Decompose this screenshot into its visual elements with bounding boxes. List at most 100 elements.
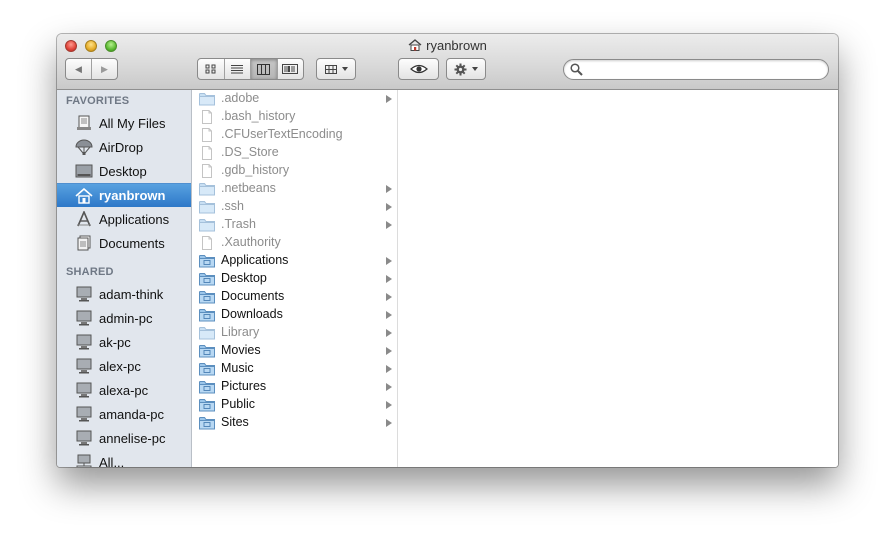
file-row[interactable]: Pictures xyxy=(192,378,397,396)
title-bar: ryanbrown ◀ ▶ xyxy=(57,34,838,90)
sidebar-item-alexa-pc[interactable]: alexa-pc xyxy=(57,378,191,402)
sidebar-item-annelise-pc[interactable]: annelise-pc xyxy=(57,426,191,450)
file-row[interactable]: Music xyxy=(192,360,397,378)
sidebar-item-ak-pc[interactable]: ak-pc xyxy=(57,330,191,354)
file-name: .Xauthority xyxy=(221,235,281,249)
file-column: .adobe .bash_history .CFUserTextEncoding .D… xyxy=(192,90,398,467)
back-arrow-icon: ◀ xyxy=(75,63,82,74)
sidebar-item-label: annelise-pc xyxy=(99,430,166,446)
sidebar-item-label: alex-pc xyxy=(99,358,141,374)
file-row[interactable]: .netbeans xyxy=(192,180,397,198)
airdrop-icon xyxy=(75,139,93,155)
folder-icon xyxy=(199,201,215,214)
column-view-icon xyxy=(257,63,271,75)
coverflow-view-button[interactable] xyxy=(278,59,304,79)
file-row[interactable]: .bash_history xyxy=(192,108,397,126)
file-row[interactable]: .adobe xyxy=(192,90,397,108)
sidebar-item-label: ryanbrown xyxy=(99,188,166,203)
sidebar-item-ryanbrown[interactable]: ryanbrown xyxy=(57,183,191,207)
search-input[interactable] xyxy=(586,62,825,78)
sidebar-item-airdrop[interactable]: AirDrop xyxy=(57,135,191,159)
folder-icon xyxy=(199,399,215,412)
file-row[interactable]: Movies xyxy=(192,342,397,360)
coverflow-view-icon xyxy=(282,64,299,74)
file-name: .Trash xyxy=(221,217,256,231)
icon-view-icon xyxy=(205,64,216,74)
file-row[interactable]: .DS_Store xyxy=(192,144,397,162)
sidebar-item-alex-pc[interactable]: alex-pc xyxy=(57,354,191,378)
arrange-grid-icon xyxy=(324,64,337,74)
file-row[interactable]: .CFUserTextEncoding xyxy=(192,126,397,144)
column-view-button[interactable] xyxy=(251,59,278,79)
disclosure-arrow-icon xyxy=(386,419,392,427)
file-name: Applications xyxy=(221,253,289,267)
file-row[interactable]: Sites xyxy=(192,414,397,432)
home-icon xyxy=(408,39,422,51)
sidebar-item-label: All My Files xyxy=(99,115,166,131)
applications-icon xyxy=(75,211,93,227)
sidebar-item-applications[interactable]: Applications xyxy=(57,207,191,231)
file-name: .netbeans xyxy=(221,181,276,195)
back-forward-control: ◀ ▶ xyxy=(65,58,118,80)
file-name: .bash_history xyxy=(221,109,296,123)
file-row[interactable]: Documents xyxy=(192,288,397,306)
folder-icon xyxy=(199,363,215,376)
file-name: Movies xyxy=(221,343,261,357)
disclosure-arrow-icon xyxy=(386,185,392,193)
forward-button[interactable]: ▶ xyxy=(92,59,117,79)
sidebar-item-desktop[interactable]: Desktop xyxy=(57,159,191,183)
action-menu-button[interactable] xyxy=(446,58,486,80)
document-icon xyxy=(202,164,212,178)
sidebar-item-all-shared[interactable]: All... xyxy=(57,450,191,467)
back-button[interactable]: ◀ xyxy=(66,59,92,79)
sidebar-item-label: alexa-pc xyxy=(99,382,149,398)
arrange-button[interactable] xyxy=(316,58,356,80)
file-row[interactable]: Desktop xyxy=(192,270,397,288)
list-view-button[interactable] xyxy=(225,59,251,79)
folder-icon xyxy=(199,381,215,394)
file-name: Pictures xyxy=(221,379,267,393)
search-field[interactable] xyxy=(563,59,829,80)
computer-icon xyxy=(75,286,93,302)
computer-icon xyxy=(75,310,93,326)
disclosure-arrow-icon xyxy=(386,383,392,391)
file-name: Sites xyxy=(221,415,249,429)
disclosure-arrow-icon xyxy=(386,95,392,103)
search-icon xyxy=(570,63,583,76)
sidebar-item-label: ak-pc xyxy=(99,334,131,350)
chevron-down-icon xyxy=(341,67,348,71)
folder-icon xyxy=(199,309,215,322)
file-row[interactable]: Applications xyxy=(192,252,397,270)
file-name: .adobe xyxy=(221,91,260,105)
sidebar-item-adam-think[interactable]: adam-think xyxy=(57,282,191,306)
file-row[interactable]: Library xyxy=(192,324,397,342)
folder-icon xyxy=(199,273,215,286)
gear-icon xyxy=(454,63,467,75)
file-row[interactable]: .Trash xyxy=(192,216,397,234)
file-name: .ssh xyxy=(221,199,244,213)
file-row[interactable]: .ssh xyxy=(192,198,397,216)
file-name: .CFUserTextEncoding xyxy=(221,127,343,141)
list-view-icon xyxy=(231,65,244,74)
sidebar-item-documents[interactable]: Documents xyxy=(57,231,191,255)
quick-look-button[interactable] xyxy=(398,58,439,80)
file-row[interactable]: .Xauthority xyxy=(192,234,397,252)
sidebar-item-all-my-files[interactable]: All My Files xyxy=(57,111,191,135)
desktop-icon xyxy=(75,163,93,179)
file-row[interactable]: .gdb_history xyxy=(192,162,397,180)
home-icon xyxy=(75,187,93,204)
file-name: Music xyxy=(221,361,254,375)
computer-icon xyxy=(75,382,93,398)
file-row[interactable]: Downloads xyxy=(192,306,397,324)
file-name: Documents xyxy=(221,289,285,303)
sidebar-item-admin-pc[interactable]: admin-pc xyxy=(57,306,191,330)
document-icon xyxy=(202,110,212,124)
file-row[interactable]: Public xyxy=(192,396,397,414)
window-title-text: ryanbrown xyxy=(426,38,487,53)
icon-view-button[interactable] xyxy=(198,59,225,79)
sidebar-item-amanda-pc[interactable]: amanda-pc xyxy=(57,402,191,426)
folder-icon xyxy=(199,291,215,304)
sidebar-item-label: Desktop xyxy=(99,163,147,179)
file-name: Desktop xyxy=(221,271,267,285)
preview-column xyxy=(398,90,838,467)
